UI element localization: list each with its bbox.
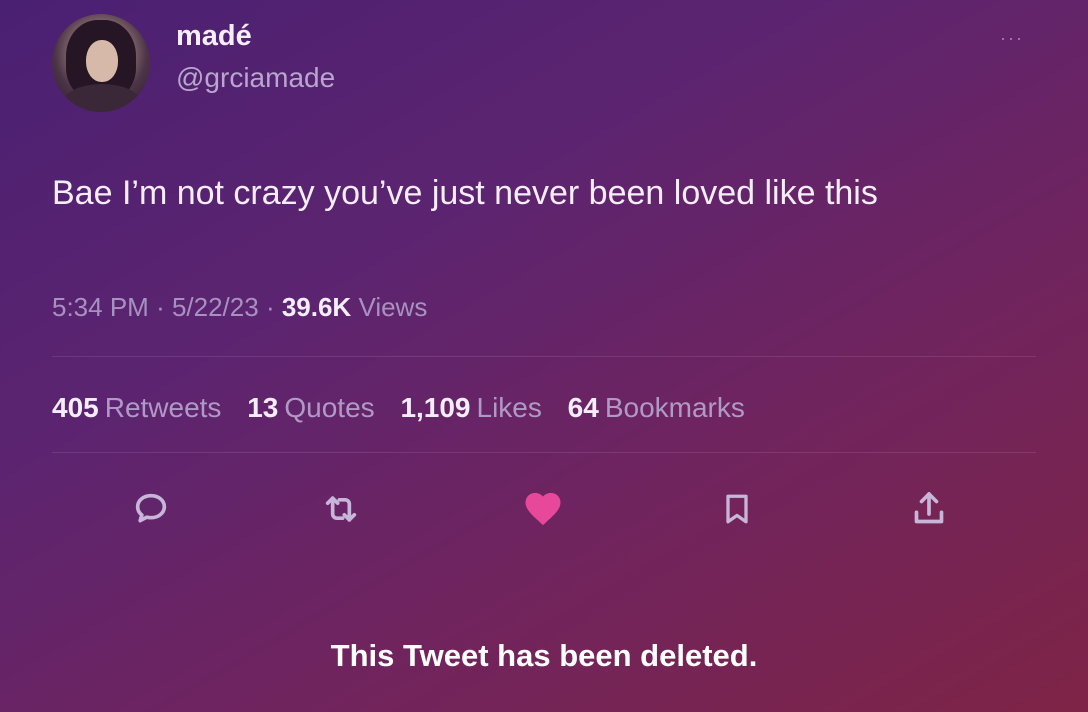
retweet-button[interactable] [318,486,364,532]
retweet-icon [325,496,357,522]
meta-separator: · [265,292,282,322]
avatar-face [86,40,118,82]
retweets-count: 405 [52,392,99,423]
display-name[interactable]: madé [176,20,252,53]
bookmark-button[interactable] [714,486,760,532]
tweet-text: Bae I’m not crazy you’ve just never been… [52,174,878,212]
tweet-meta: 5:34 PM · 5/22/23 · 39.6K Views [52,292,427,323]
likes-stat[interactable]: 1,109 Likes [400,392,541,423]
share-icon [914,492,944,524]
deleted-notice: This Tweet has been deleted. [330,638,758,673]
views-label: Views [358,292,428,322]
more-options-icon[interactable]: ··· [1000,28,1024,49]
likes-count: 1,109 [400,392,471,423]
user-handle[interactable]: @grciamade [176,62,335,94]
share-button[interactable] [906,486,952,532]
reply-icon [135,493,167,523]
like-icon [525,492,561,526]
likes-label: Likes [476,392,542,423]
tweet-stats: 405 Retweets 13 Quotes 1,109 Likes 64 Bookma… [52,392,763,424]
quotes-label: Quotes [284,392,375,423]
meta-separator: · [156,292,172,322]
retweets-stat[interactable]: 405 Retweets [52,392,221,423]
bookmarks-stat[interactable]: 64 Bookmarks [568,392,745,423]
reply-button[interactable] [128,486,174,532]
retweets-label: Retweets [104,392,222,423]
like-button[interactable] [520,486,566,532]
tweet-date: 5/22/23 [171,292,259,322]
avatar[interactable] [52,14,150,112]
quotes-count: 13 [247,392,279,423]
tweet-time: 5:34 PM [52,292,149,322]
quotes-stat[interactable]: 13 Quotes [247,392,374,423]
views-count: 39.6K [281,292,352,322]
bookmarks-count: 64 [567,392,599,423]
divider [52,356,1036,357]
bookmark-icon [726,494,748,524]
bookmarks-label: Bookmarks [604,392,745,423]
divider [52,452,1036,453]
